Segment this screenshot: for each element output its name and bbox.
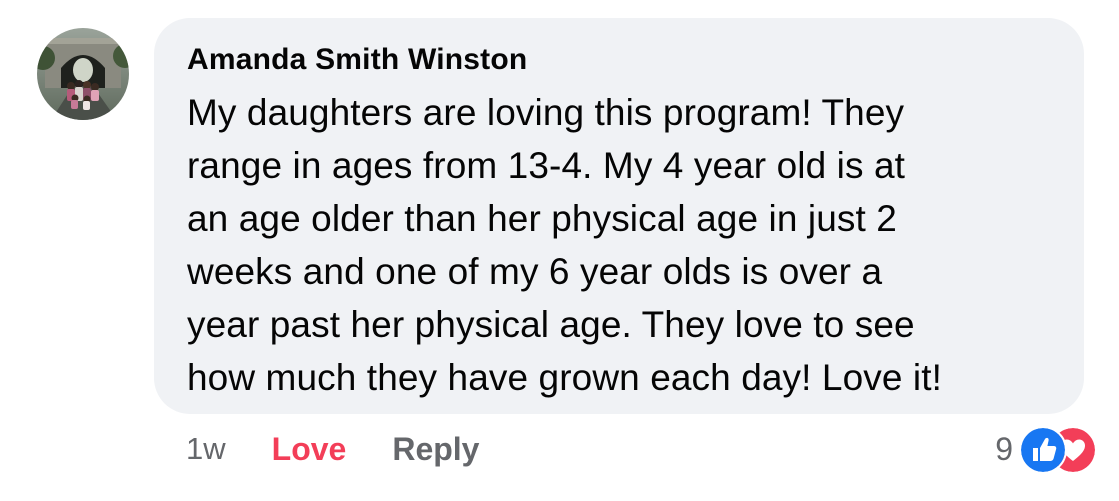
comment-timestamp[interactable]: 1w bbox=[186, 431, 226, 467]
comment-bubble: Amanda Smith Winston My daughters are lo… bbox=[154, 18, 1084, 414]
comment-line: My daughters are loving this program! Th… bbox=[187, 92, 905, 133]
comment-text: My daughters are loving this program! Th… bbox=[187, 86, 1052, 404]
love-button[interactable]: Love bbox=[272, 431, 347, 468]
reactions-summary[interactable]: 9 bbox=[995, 425, 1097, 474]
reply-button[interactable]: Reply bbox=[392, 431, 479, 468]
reaction-icons bbox=[1019, 426, 1097, 474]
profile-photo bbox=[37, 28, 129, 120]
like-icon bbox=[1019, 426, 1067, 474]
comment-line: an age older than her physical age in ju… bbox=[187, 198, 897, 239]
comment-line: range in ages from 13-4. My 4 year old i… bbox=[187, 145, 906, 186]
avatar[interactable] bbox=[37, 28, 129, 120]
comment-author[interactable]: Amanda Smith Winston bbox=[187, 42, 1052, 78]
comment-line: year past her physical age. They love to… bbox=[187, 304, 915, 345]
comment-line: how much they have grown each day! Love … bbox=[187, 357, 943, 398]
comment-line: weeks and one of my 6 year olds is over … bbox=[187, 251, 883, 292]
comment-actions: 1w Love Reply bbox=[186, 427, 479, 471]
reaction-count: 9 bbox=[995, 430, 1013, 467]
